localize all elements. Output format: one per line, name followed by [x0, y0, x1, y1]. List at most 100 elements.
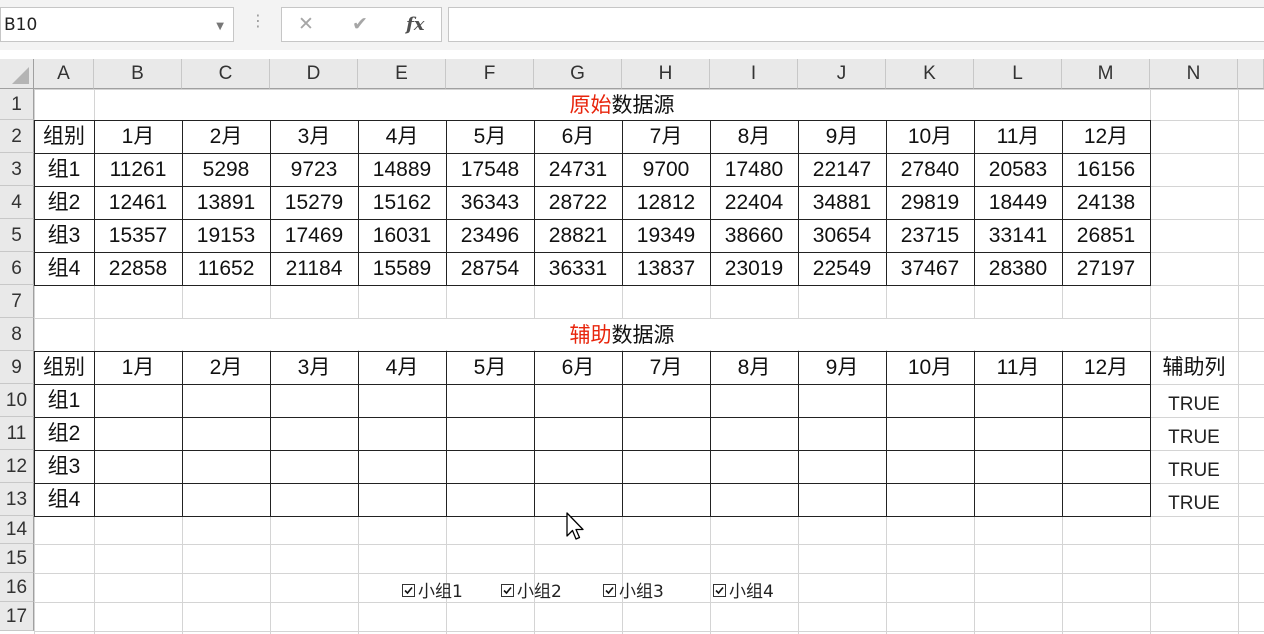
table2-empty-cell[interactable] [974, 384, 1062, 417]
row-header-13[interactable]: 13 [0, 483, 34, 516]
table2-empty-cell[interactable] [358, 417, 446, 450]
table2-empty-cell[interactable] [534, 384, 622, 417]
table1-data-cell[interactable]: 组4 [34, 252, 94, 285]
table1-header-cell[interactable]: 11月 [974, 120, 1062, 153]
table2-empty-cell[interactable] [974, 417, 1062, 450]
table1-data-cell[interactable]: 23715 [886, 219, 974, 252]
table2-header-cell[interactable]: 6月 [534, 351, 622, 384]
checkbox-checked-icon[interactable] [402, 583, 415, 597]
table2-group-cell[interactable]: 组1 [34, 384, 94, 417]
table1-header-cell[interactable]: 7月 [622, 120, 710, 153]
row-header-8[interactable]: 8 [0, 318, 34, 351]
table1-data-cell[interactable]: 18449 [974, 186, 1062, 219]
table2-empty-cell[interactable] [622, 450, 710, 483]
table1-data-cell[interactable]: 19349 [622, 219, 710, 252]
table2-header-cell[interactable]: 10月 [886, 351, 974, 384]
row-header-15[interactable]: 15 [0, 544, 34, 573]
table2-header-cell[interactable]: 11月 [974, 351, 1062, 384]
table1-header-cell[interactable]: 12月 [1062, 120, 1150, 153]
column-header-j[interactable]: J [798, 59, 886, 89]
table1-data-cell[interactable]: 22858 [94, 252, 182, 285]
checkbox-group-3[interactable]: 小组3 [603, 582, 664, 602]
table2-empty-cell[interactable] [886, 450, 974, 483]
column-header-d[interactable]: D [270, 59, 358, 89]
table2-empty-cell[interactable] [270, 450, 358, 483]
table2-header-cell[interactable]: 组别 [34, 351, 94, 384]
table2-empty-cell[interactable] [182, 483, 270, 516]
table1-data-cell[interactable]: 22404 [710, 186, 798, 219]
table1-data-cell[interactable]: 26851 [1062, 219, 1150, 252]
table2-empty-cell[interactable] [974, 450, 1062, 483]
column-header-k[interactable]: K [886, 59, 974, 89]
row-header-7[interactable]: 7 [0, 285, 34, 318]
table2-header-cell[interactable]: 5月 [446, 351, 534, 384]
table1-data-cell[interactable]: 13837 [622, 252, 710, 285]
table2-empty-cell[interactable] [710, 417, 798, 450]
table2-header-cell[interactable]: 1月 [94, 351, 182, 384]
table1-data-cell[interactable]: 27197 [1062, 252, 1150, 285]
table2-header-cell[interactable]: 2月 [182, 351, 270, 384]
table1-data-cell[interactable]: 28380 [974, 252, 1062, 285]
table2-empty-cell[interactable] [182, 450, 270, 483]
table1-header-cell[interactable]: 9月 [798, 120, 886, 153]
table1-data-cell[interactable]: 16156 [1062, 153, 1150, 186]
table2-empty-cell[interactable] [94, 417, 182, 450]
table1-data-cell[interactable]: 组1 [34, 153, 94, 186]
table1-data-cell[interactable]: 38660 [710, 219, 798, 252]
table1-data-cell[interactable]: 组3 [34, 219, 94, 252]
table1-data-cell[interactable]: 23496 [446, 219, 534, 252]
table1-data-cell[interactable]: 37467 [886, 252, 974, 285]
column-header-c[interactable]: C [182, 59, 270, 89]
table1-data-cell[interactable]: 28722 [534, 186, 622, 219]
table2-empty-cell[interactable] [710, 384, 798, 417]
table1-header-cell[interactable]: 4月 [358, 120, 446, 153]
table2-empty-cell[interactable] [270, 483, 358, 516]
table2-empty-cell[interactable] [798, 384, 886, 417]
table2-empty-cell[interactable] [710, 483, 798, 516]
table1-data-cell[interactable]: 36331 [534, 252, 622, 285]
table1-data-cell[interactable]: 12461 [94, 186, 182, 219]
table2-header-cell[interactable]: 7月 [622, 351, 710, 384]
aux-column-header[interactable]: 辅助列 [1150, 351, 1238, 384]
table1-data-cell[interactable]: 15162 [358, 186, 446, 219]
table1-header-cell[interactable]: 5月 [446, 120, 534, 153]
table1-data-cell[interactable]: 13891 [182, 186, 270, 219]
table1-data-cell[interactable]: 27840 [886, 153, 974, 186]
table2-empty-cell[interactable] [534, 417, 622, 450]
checkbox-checked-icon[interactable] [713, 583, 726, 597]
table2-empty-cell[interactable] [358, 450, 446, 483]
aux-value-cell[interactable]: TRUE [1150, 450, 1238, 483]
column-header-g[interactable]: G [534, 59, 622, 89]
checkbox-checked-icon[interactable] [501, 583, 514, 597]
table1-header-cell[interactable]: 1月 [94, 120, 182, 153]
column-header-h[interactable]: H [622, 59, 710, 89]
column-header-f[interactable]: F [446, 59, 534, 89]
table1-header-cell[interactable]: 10月 [886, 120, 974, 153]
table2-empty-cell[interactable] [270, 417, 358, 450]
table2-empty-cell[interactable] [886, 384, 974, 417]
table2-header-cell[interactable]: 8月 [710, 351, 798, 384]
table2-empty-cell[interactable] [94, 384, 182, 417]
table1-data-cell[interactable]: 29819 [886, 186, 974, 219]
table1-data-cell[interactable]: 36343 [446, 186, 534, 219]
table1-data-cell[interactable]: 28754 [446, 252, 534, 285]
column-header-e[interactable]: E [358, 59, 446, 89]
table2-empty-cell[interactable] [182, 384, 270, 417]
table2-header-cell[interactable]: 12月 [1062, 351, 1150, 384]
table1-data-cell[interactable]: 15589 [358, 252, 446, 285]
table1-data-cell[interactable]: 22147 [798, 153, 886, 186]
column-header-n[interactable]: N [1150, 59, 1238, 89]
checkbox-group-4[interactable]: 小组4 [713, 582, 774, 602]
table1-data-cell[interactable]: 23019 [710, 252, 798, 285]
table2-empty-cell[interactable] [446, 483, 534, 516]
checkbox-checked-icon[interactable] [603, 583, 616, 597]
table1-data-cell[interactable]: 12812 [622, 186, 710, 219]
aux-value-cell[interactable]: TRUE [1150, 483, 1238, 516]
column-header-b[interactable]: B [94, 59, 182, 89]
table1-data-cell[interactable]: 5298 [182, 153, 270, 186]
table1-data-cell[interactable]: 24138 [1062, 186, 1150, 219]
table2-group-cell[interactable]: 组3 [34, 450, 94, 483]
table2-empty-cell[interactable] [798, 483, 886, 516]
table2-header-cell[interactable]: 9月 [798, 351, 886, 384]
table1-data-cell[interactable]: 15357 [94, 219, 182, 252]
